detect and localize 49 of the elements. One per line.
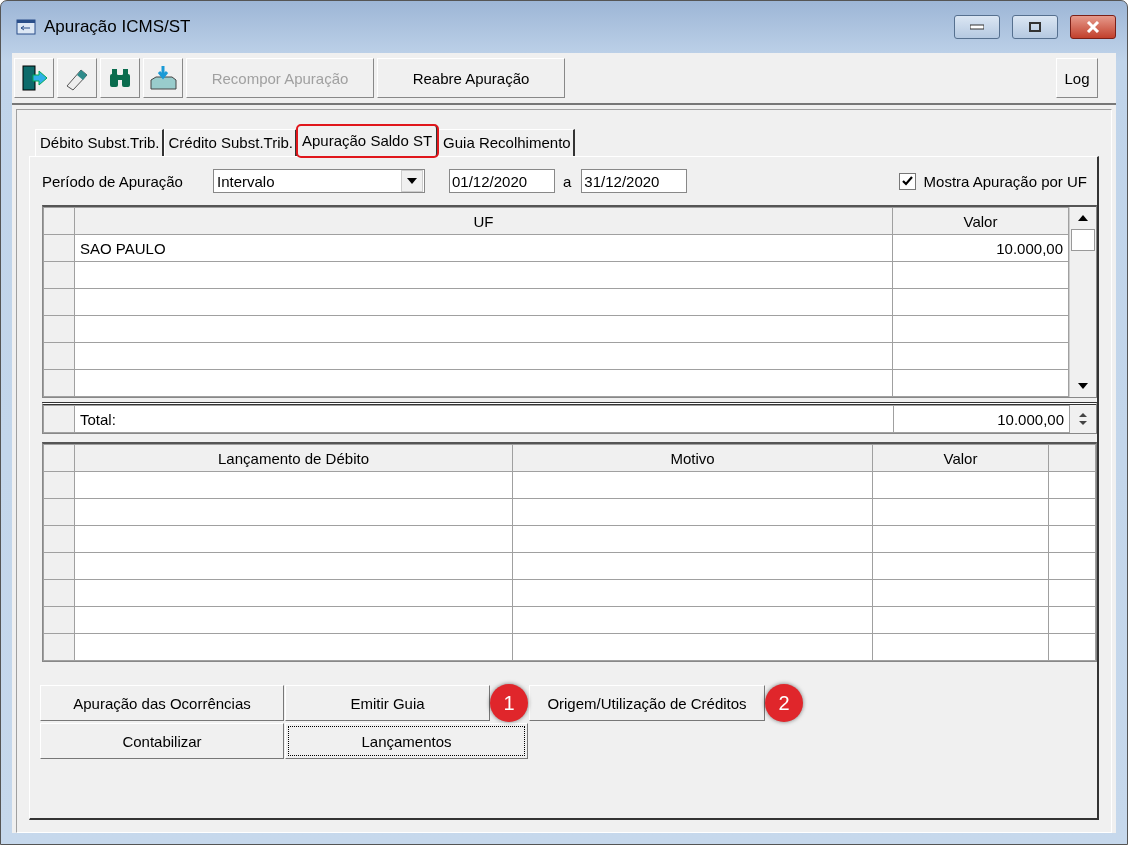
total-label: Total: bbox=[74, 405, 894, 433]
toolbar-button[interactable]: Reabre Apuração bbox=[377, 58, 565, 98]
period-label: Período de Apuração bbox=[42, 172, 184, 190]
date-separator: a bbox=[563, 172, 572, 190]
minimize-button[interactable] bbox=[954, 15, 1000, 39]
action-button[interactable]: Origem/Utilização de Créditos bbox=[529, 685, 765, 721]
end-date-field[interactable]: 31/12/2020 bbox=[581, 169, 688, 193]
scroll-up-icon bbox=[1078, 215, 1088, 221]
scroll-thumb[interactable] bbox=[1071, 229, 1095, 251]
tab[interactable]: Apuração Saldo ST bbox=[297, 125, 439, 157]
dropdown-arrow-icon bbox=[407, 178, 417, 184]
window-title: Apuração ICMS/ST bbox=[44, 17, 192, 37]
checkbox[interactable] bbox=[898, 172, 916, 190]
callout-badge: 1 bbox=[490, 684, 528, 722]
column-header: UF bbox=[74, 207, 893, 235]
tray-download-icon bbox=[148, 64, 178, 92]
minimize-icon bbox=[970, 24, 984, 30]
scrollbar[interactable] bbox=[1069, 207, 1096, 397]
toolbar-button[interactable] bbox=[14, 58, 54, 98]
window-app-icon bbox=[16, 19, 36, 35]
scroll-down-icon bbox=[1078, 383, 1088, 389]
door-exit-icon bbox=[19, 63, 49, 93]
column-header: Valor bbox=[872, 444, 1049, 472]
close-button[interactable] bbox=[1070, 15, 1116, 39]
start-date-field[interactable]: 01/12/2020 bbox=[449, 169, 555, 193]
column-header: Valor bbox=[892, 207, 1069, 235]
checkmark-icon bbox=[901, 176, 913, 186]
close-icon bbox=[1086, 21, 1100, 33]
column-header: Motivo bbox=[512, 444, 873, 472]
table-cell: 10.000,00 bbox=[892, 234, 1069, 262]
column-header: Lançamento de Débito bbox=[74, 444, 513, 472]
action-button[interactable]: Contabilizar bbox=[40, 723, 284, 759]
toolbar-button[interactable] bbox=[100, 58, 140, 98]
maximize-button[interactable] bbox=[1012, 15, 1058, 39]
checkbox-label: Mostra Apuração por UF bbox=[923, 172, 1087, 190]
tab[interactable]: Guia Recolhimento bbox=[438, 129, 575, 156]
period-type-dropdown[interactable]: Intervalo bbox=[213, 169, 425, 193]
spinner-icon[interactable] bbox=[1079, 412, 1087, 426]
binoculars-icon bbox=[107, 66, 133, 90]
action-button[interactable]: Emitir Guia bbox=[285, 685, 490, 721]
tab[interactable]: Crédito Subst.Trib. bbox=[163, 129, 297, 156]
log-button[interactable]: Log bbox=[1056, 58, 1098, 98]
action-button[interactable]: Lançamentos bbox=[285, 723, 528, 759]
action-button[interactable]: Apuração das Ocorrências bbox=[40, 685, 284, 721]
restore-icon bbox=[1029, 22, 1041, 32]
total-value: 10.000,00 bbox=[893, 405, 1070, 433]
table-cell: SAO PAULO bbox=[74, 234, 893, 262]
callout-badge: 2 bbox=[765, 684, 803, 722]
tab[interactable]: Débito Subst.Trib. bbox=[35, 129, 164, 156]
